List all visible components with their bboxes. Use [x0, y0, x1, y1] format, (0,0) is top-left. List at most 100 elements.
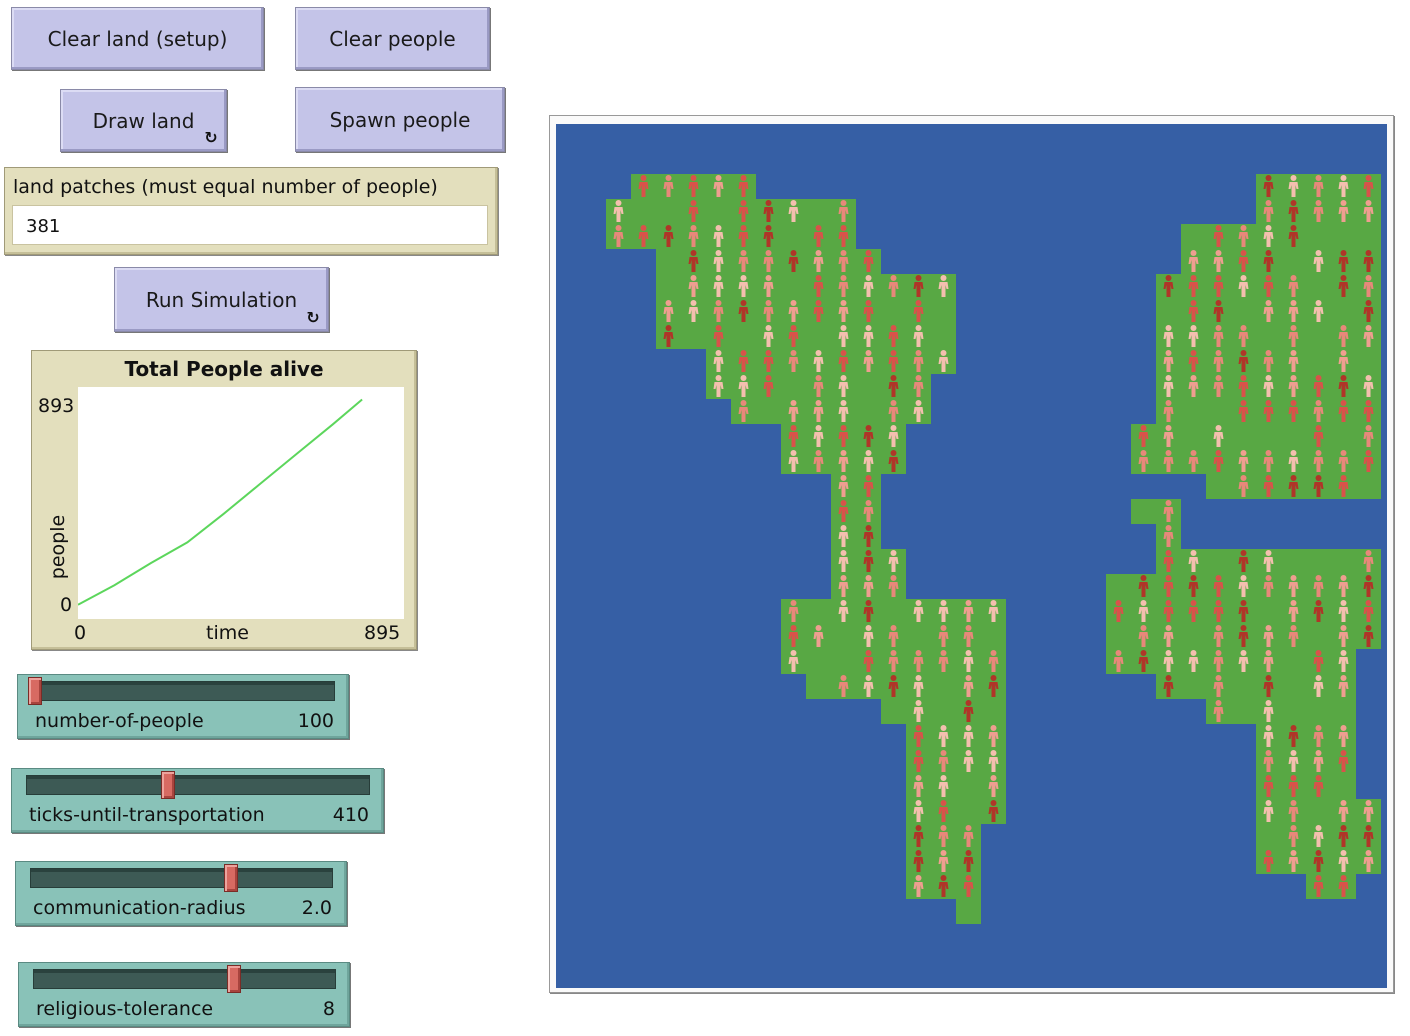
- land-patch: [1256, 424, 1281, 449]
- land-patch: [931, 699, 956, 724]
- y-max-tick: 893: [38, 395, 75, 417]
- land-patch: [1181, 224, 1206, 249]
- land-patch: [906, 624, 931, 649]
- land-patch: [831, 624, 856, 649]
- land-patch: [1331, 699, 1356, 724]
- plot-svg: [77, 398, 363, 606]
- spawn-people-label: Spawn people: [329, 107, 471, 132]
- slider-ticks-until-transportation[interactable]: ticks-until-transportation 410: [11, 768, 384, 833]
- land-patch: [806, 649, 831, 674]
- land-patch: [1306, 699, 1331, 724]
- land-patch: [1356, 349, 1381, 374]
- clear-people-button[interactable]: Clear people: [295, 7, 490, 70]
- slider-label: number-of-people: [35, 710, 204, 732]
- clear-land-button[interactable]: Clear land (setup): [11, 7, 264, 70]
- land-patch: [656, 249, 681, 274]
- land-patches-field[interactable]: 381: [12, 205, 488, 245]
- land-patch: [1331, 224, 1356, 249]
- run-simulation-button[interactable]: Run Simulation ↻: [114, 267, 329, 332]
- land-patch: [1281, 549, 1306, 574]
- land-patch: [931, 299, 956, 324]
- land-patch: [1181, 424, 1206, 449]
- land-patch: [781, 224, 806, 249]
- land-patch: [1231, 699, 1256, 724]
- land-patch: [1281, 649, 1306, 674]
- slider-track[interactable]: [30, 868, 333, 888]
- land-patches-label: land patches (must equal number of peopl…: [13, 176, 438, 198]
- land-patch: [1181, 674, 1206, 699]
- land-patch: [631, 199, 656, 224]
- slider-knob[interactable]: [226, 965, 241, 993]
- world-map[interactable]: [556, 124, 1387, 988]
- land-patch: [1231, 424, 1256, 449]
- spawn-people-button[interactable]: Spawn people: [295, 87, 505, 152]
- land-patch: [1331, 299, 1356, 324]
- slider-track[interactable]: [28, 681, 335, 701]
- world-view[interactable]: [549, 115, 1394, 993]
- land-patch: [1306, 799, 1331, 824]
- total-people-plot: Total People alive 893 0 people 0 time 8…: [31, 350, 417, 650]
- land-patch: [1256, 599, 1281, 624]
- land-patch: [756, 399, 781, 424]
- clear-land-label: Clear land (setup): [47, 26, 228, 51]
- x-axis-label: time: [206, 622, 249, 644]
- slider-label: communication-radius: [33, 897, 246, 919]
- slider-religious-tolerance[interactable]: religious-tolerance 8: [18, 962, 350, 1027]
- slider-value: 8: [322, 998, 335, 1020]
- land-patch: [956, 899, 981, 924]
- land-patch: [881, 699, 906, 724]
- slider-knob[interactable]: [28, 677, 42, 705]
- land-patch: [1281, 674, 1306, 699]
- land-patch: [1206, 399, 1231, 424]
- slider-value: 100: [297, 710, 334, 732]
- land-patch: [656, 199, 681, 224]
- land-patch: [1256, 324, 1281, 349]
- land-patch: [1331, 549, 1356, 574]
- land-patch: [1206, 474, 1231, 499]
- land-patch: [656, 274, 681, 299]
- land-patch: [1156, 299, 1181, 324]
- land-patch: [1256, 824, 1281, 849]
- land-patch: [956, 774, 981, 799]
- slider-knob[interactable]: [161, 771, 176, 799]
- slider-label: ticks-until-transportation: [29, 804, 265, 826]
- land-patches-input-box: land patches (must equal number of peopl…: [4, 167, 498, 255]
- land-patch: [981, 624, 1006, 649]
- land-patch: [956, 799, 981, 824]
- land-patch: [681, 324, 706, 349]
- land-patch: [1181, 399, 1206, 424]
- land-patch: [931, 324, 956, 349]
- land-patch: [1331, 774, 1356, 799]
- series-line: [77, 398, 363, 606]
- land-patch: [1206, 549, 1231, 574]
- slider-track[interactable]: [33, 969, 336, 989]
- slider-value: 2.0: [301, 897, 332, 919]
- draw-land-label: Draw land: [92, 108, 195, 133]
- land-patch: [806, 674, 831, 699]
- land-patch: [1106, 574, 1131, 599]
- land-patch: [981, 699, 1006, 724]
- slider-knob[interactable]: [223, 864, 238, 892]
- land-patch: [931, 674, 956, 699]
- land-patch: [1306, 349, 1331, 374]
- slider-communication-radius[interactable]: communication-radius 2.0: [15, 861, 347, 926]
- draw-land-button[interactable]: Draw land ↻: [60, 89, 227, 152]
- land-patch: [731, 324, 756, 349]
- land-patch: [1306, 624, 1331, 649]
- land-patch: [1281, 249, 1306, 274]
- plot-title: Total People alive: [124, 357, 324, 381]
- x-min-tick: 0: [74, 622, 87, 644]
- land-patch: [856, 399, 881, 424]
- x-max-tick: 895: [364, 622, 401, 644]
- clear-people-label: Clear people: [329, 26, 456, 51]
- land-patch: [1181, 624, 1206, 649]
- slider-number-of-people[interactable]: number-of-people 100: [17, 674, 349, 739]
- land-patch: [781, 274, 806, 299]
- slider-track[interactable]: [26, 775, 370, 795]
- land-patch: [1106, 624, 1131, 649]
- land-patch: [806, 599, 831, 624]
- land-patch: [881, 299, 906, 324]
- land-patch: [706, 199, 731, 224]
- slider-label: religious-tolerance: [36, 998, 214, 1020]
- forever-icon: ↻: [306, 308, 320, 327]
